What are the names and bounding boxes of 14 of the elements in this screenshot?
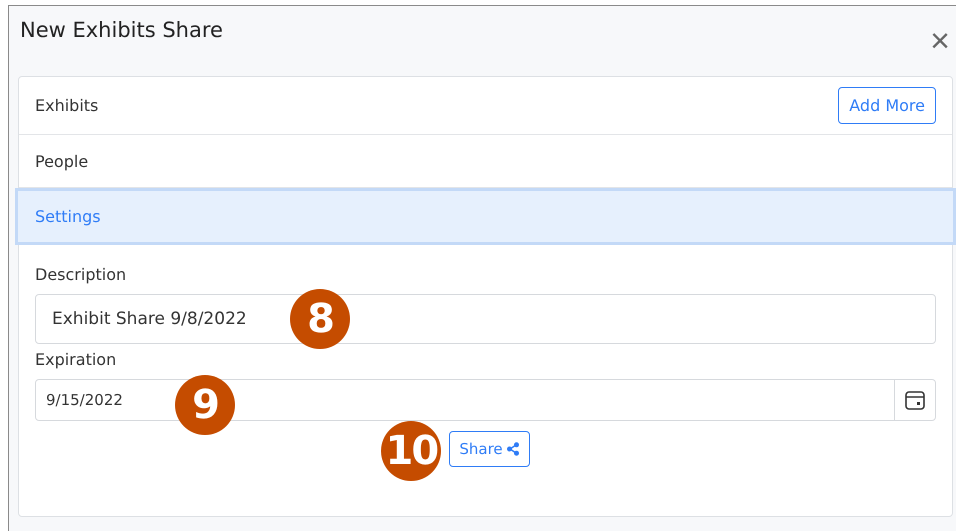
- step-number-badge: 9: [175, 375, 235, 435]
- section-header[interactable]: People: [35, 152, 88, 170]
- dialog-title: New Exhibits Share: [20, 18, 223, 42]
- add-more-button[interactable]: Add More: [838, 87, 936, 124]
- share-icon: [506, 442, 520, 456]
- step-number-badge: 8: [290, 289, 350, 349]
- calendar-button[interactable]: [894, 379, 936, 421]
- section-header[interactable]: Exhibits: [35, 96, 98, 115]
- field-label: Expiration: [35, 350, 118, 369]
- field-label: Description: [35, 265, 128, 284]
- calendar-icon: [904, 389, 926, 411]
- step-number-badge: 10: [381, 421, 442, 481]
- close-button[interactable]: ×: [924, 24, 956, 58]
- share-button[interactable]: Share: [449, 431, 530, 467]
